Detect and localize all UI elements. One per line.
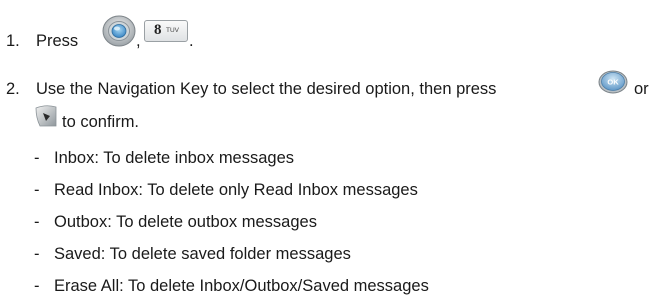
softkey-icon	[35, 105, 57, 127]
svg-text:OK: OK	[607, 78, 619, 87]
option-text: Outbox: To delete outbox messages	[54, 213, 317, 231]
step-number: 2.	[6, 80, 20, 98]
key-letters: TUV	[166, 27, 179, 34]
list-item: - Read Inbox: To delete only Read Inbox m…	[34, 180, 418, 200]
option-text: Saved: To delete saved folder messages	[54, 245, 351, 263]
step-1: 1. Press	[6, 31, 78, 51]
list-item: - Saved: To delete saved folder messages	[34, 244, 351, 264]
bullet-dash: -	[34, 149, 40, 167]
option-text: Inbox: To delete inbox messages	[54, 149, 295, 167]
list-item: - Outbox: To delete outbox messages	[34, 212, 317, 232]
period: .	[189, 32, 194, 50]
or-text: or	[634, 80, 649, 98]
bullet-dash: -	[34, 277, 40, 295]
option-text: Erase All: To delete Inbox/Outbox/Saved …	[54, 277, 429, 295]
separator: ,	[136, 32, 141, 50]
confirm-text: to confirm.	[62, 113, 140, 131]
bullet-dash: -	[34, 245, 40, 263]
step-2: 2. Use the Navigation Key to select the d…	[6, 79, 496, 99]
list-item: - Inbox: To delete inbox messages	[34, 148, 294, 168]
step-text: Press	[36, 32, 79, 50]
step-number: 1.	[6, 32, 20, 50]
option-text: Read Inbox: To delete only Read Inbox me…	[54, 181, 418, 199]
list-item: - Erase All: To delete Inbox/Outbox/Saved…	[34, 276, 429, 296]
bullet-dash: -	[34, 181, 40, 199]
key-digit: 8	[154, 22, 162, 38]
step-text: Use the Navigation Key to select the des…	[36, 80, 497, 98]
8-tuv-key-icon: 8 TUV	[144, 20, 188, 42]
bullet-dash: -	[34, 213, 40, 231]
manual-page: { "steps": [ { "number": "1.", "text_bef…	[0, 0, 667, 305]
menu-key-icon	[102, 15, 136, 47]
ok-key-icon: OK	[598, 70, 628, 94]
